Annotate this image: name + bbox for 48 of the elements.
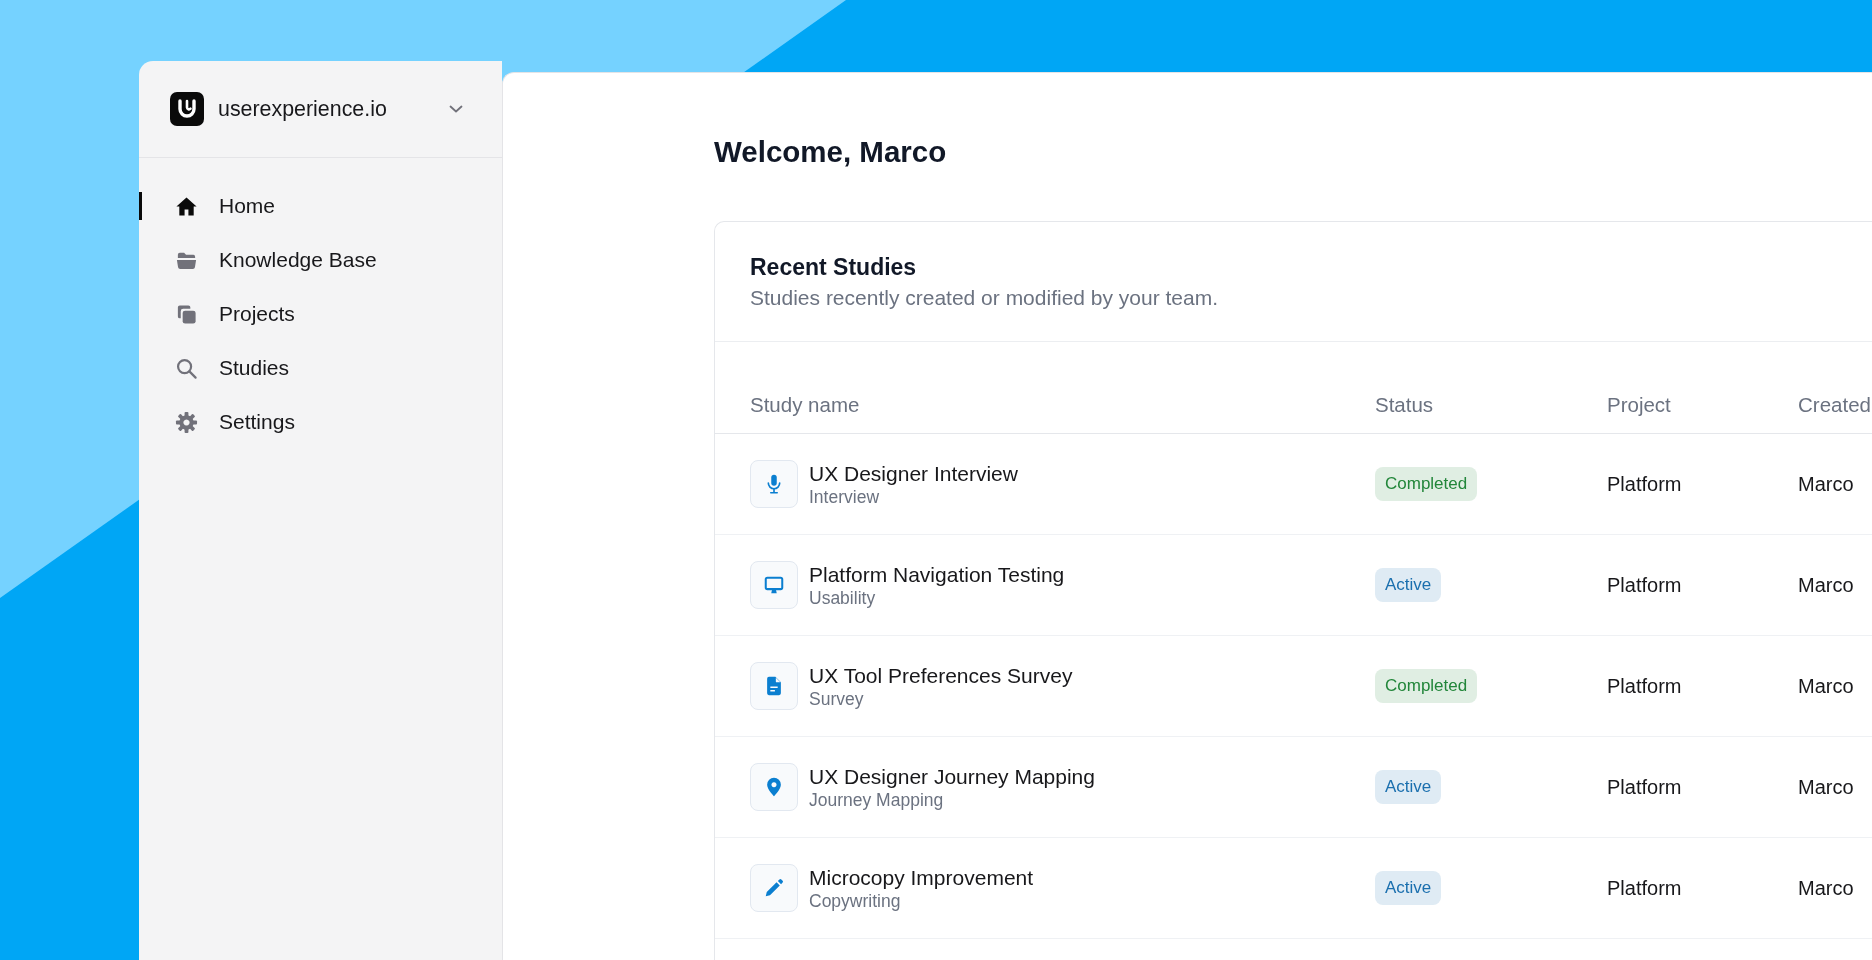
study-name[interactable]: Platform Navigation Testing <box>809 561 1065 587</box>
study-type: Interview <box>809 485 880 508</box>
project-cell: Platform <box>1607 572 1682 598</box>
sidebar-item[interactable]: Studies <box>139 354 502 382</box>
map-pin-icon <box>750 763 798 811</box>
sidebar-item[interactable]: Projects <box>139 300 502 328</box>
study-name[interactable]: UX Designer Journey Mapping <box>809 763 1095 789</box>
creator-cell: Marco <box>1798 673 1854 699</box>
creator-cell: Marco <box>1798 875 1854 901</box>
sidebar-item[interactable]: Settings <box>139 408 502 436</box>
column-header: Study name <box>750 393 860 417</box>
sidebar-item[interactable]: Knowledge Base <box>139 246 502 274</box>
document-icon <box>750 662 798 710</box>
workspace-switcher[interactable]: userexperience.io <box>139 79 502 139</box>
microphone-icon <box>750 460 798 508</box>
column-header: Project <box>1607 393 1671 417</box>
study-type: Survey <box>809 687 864 710</box>
status-badge: Completed <box>1375 467 1478 501</box>
status-badge: Active <box>1375 871 1442 905</box>
monitor-icon <box>750 561 798 609</box>
study-type: Journey Mapping <box>809 788 944 811</box>
creator-cell: Marco <box>1798 471 1854 497</box>
study-name[interactable]: Microcopy Improvement <box>809 864 1034 890</box>
pencil-icon <box>750 864 798 912</box>
creator-cell: Marco <box>1798 572 1854 598</box>
chevron-down-icon <box>449 105 463 113</box>
home-icon <box>175 194 198 218</box>
project-cell: Platform <box>1607 673 1682 699</box>
settings-icon <box>175 410 198 434</box>
page-title: Welcome, Marco <box>714 134 947 170</box>
study-name[interactable]: UX Tool Preferences Survey <box>809 662 1073 688</box>
project-cell: Platform <box>1607 471 1682 497</box>
project-cell: Platform <box>1607 875 1682 901</box>
study-type: Copywriting <box>809 889 901 912</box>
column-header: Created <box>1798 393 1871 417</box>
card-title: Recent Studies <box>750 253 917 281</box>
logo-icon <box>170 92 204 126</box>
column-header: Status <box>1375 393 1434 417</box>
status-badge: Active <box>1375 568 1442 602</box>
study-name[interactable]: UX Designer Interview <box>809 460 1018 486</box>
stacked-squares-icon <box>175 302 198 326</box>
card-subtitle: Studies recently created or modified by your team. <box>750 286 1219 310</box>
project-cell: Platform <box>1607 774 1682 800</box>
study-type: Usability <box>809 586 876 609</box>
status-badge: Completed <box>1375 669 1478 703</box>
search-icon <box>175 356 198 380</box>
creator-cell: Marco <box>1798 774 1854 800</box>
status-badge: Active <box>1375 770 1442 804</box>
